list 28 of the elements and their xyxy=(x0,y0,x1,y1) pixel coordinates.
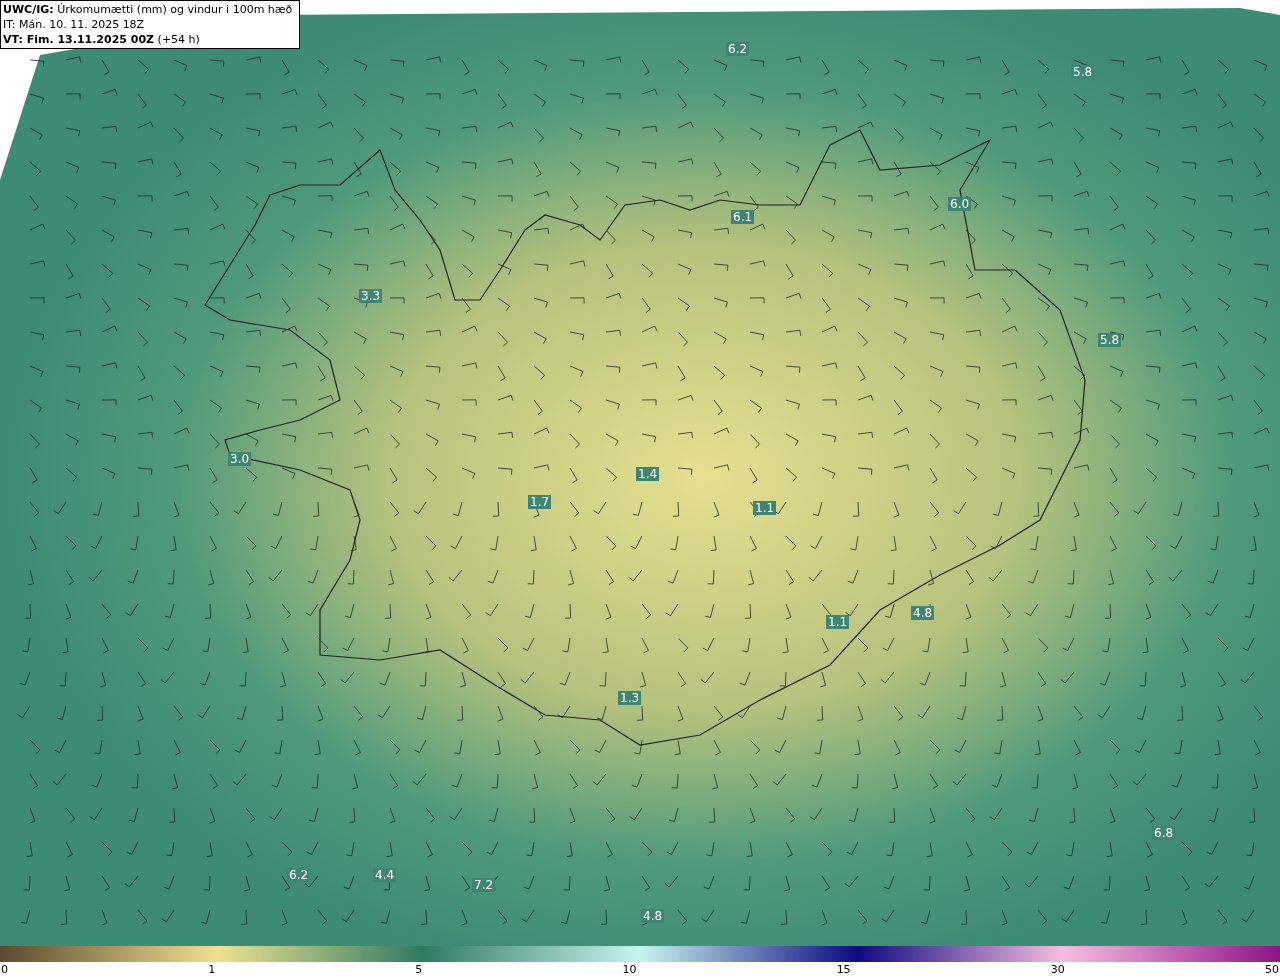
header-title: UWC/IG: Úrkomumætti (mm) og vindur i 100m hæð xyxy=(3,2,294,17)
colorbar-tick-label: 50 xyxy=(1264,962,1279,978)
map-value-label: 6.8 xyxy=(1152,826,1176,840)
map-value-label: 5.8 xyxy=(1071,65,1095,79)
colorbar-tick-label: 15 xyxy=(836,962,851,978)
map-value-label: 6.0 xyxy=(948,197,972,211)
colorbar-tick-label: 10 xyxy=(622,962,637,978)
colorbar-tick-label: 1 xyxy=(208,962,216,978)
map-value-label: 3.0 xyxy=(228,452,252,466)
map-value-label: 6.2 xyxy=(726,42,750,56)
map-value-label: 6.1 xyxy=(731,210,755,224)
map-value-label: 7.2 xyxy=(472,878,496,892)
colorbar-tick-label: 30 xyxy=(1050,962,1065,978)
map-value-label: 1.7 xyxy=(528,495,552,509)
map-value-label: 5.8 xyxy=(1098,333,1122,347)
map-value-label: 4.4 xyxy=(373,868,397,882)
map-value-label: 1.4 xyxy=(636,467,660,481)
map-value-label: 6.2 xyxy=(287,868,311,882)
colorbar-tick-label: 5 xyxy=(415,962,423,978)
map-value-label: 1.1 xyxy=(826,615,850,629)
map-value-label: 1.3 xyxy=(618,691,642,705)
colorbar-tick-label: 0 xyxy=(1,962,8,978)
map-value-label: 4.8 xyxy=(641,909,665,923)
map-value-label: 4.8 xyxy=(911,606,935,620)
map-value-label: 1.1 xyxy=(753,501,777,515)
valid-time: VT: Fim. 13.11.2025 00Z (+54 h) xyxy=(3,32,201,47)
map-value-label: 3.3 xyxy=(359,289,383,303)
init-time: IT: Mán. 10. 11. 2025 18Z xyxy=(3,17,146,32)
